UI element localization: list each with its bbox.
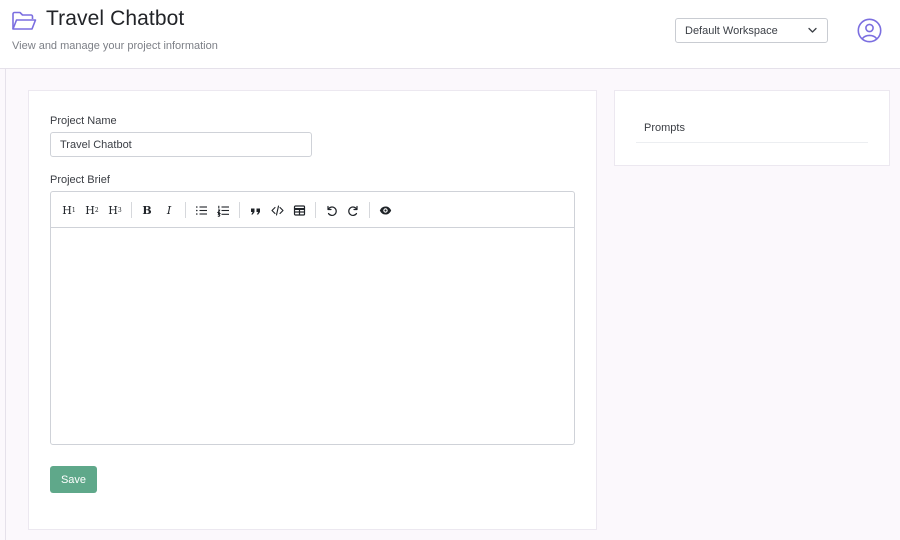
folder-open-icon xyxy=(12,11,37,30)
code-button[interactable] xyxy=(268,201,286,219)
blockquote-button[interactable] xyxy=(246,201,264,219)
eye-icon xyxy=(379,206,391,214)
italic-button[interactable]: I xyxy=(160,201,178,219)
undo-button[interactable] xyxy=(322,201,340,219)
editor-toolbar: H1 H2 H3 B I xyxy=(51,192,574,228)
prompts-divider xyxy=(636,142,868,143)
prompts-card: Prompts xyxy=(614,90,890,166)
project-brief-editor: H1 H2 H3 B I xyxy=(50,191,575,445)
workspace-select[interactable]: Default Workspace xyxy=(675,18,828,43)
heading-1-button[interactable]: H1 xyxy=(60,201,78,219)
toolbar-divider xyxy=(185,202,186,218)
project-details-card: Project Name Project Brief H1 H2 H3 B I xyxy=(28,90,597,530)
bold-button[interactable]: B xyxy=(138,201,156,219)
page-title: Travel Chatbot xyxy=(46,7,185,30)
code-icon xyxy=(270,204,284,216)
toolbar-divider xyxy=(131,202,132,218)
page-header: Travel Chatbot View and manage your proj… xyxy=(0,0,900,69)
user-avatar-icon[interactable] xyxy=(857,18,882,43)
project-name-input[interactable] xyxy=(50,132,312,157)
quote-icon xyxy=(250,208,260,214)
project-name-label: Project Name xyxy=(50,115,117,127)
heading-2-button[interactable]: H2 xyxy=(83,201,101,219)
chevron-down-icon xyxy=(808,27,817,33)
heading-3-button[interactable]: H3 xyxy=(106,201,124,219)
left-divider xyxy=(5,69,6,540)
bullet-list-icon xyxy=(195,205,207,215)
ordered-list-icon xyxy=(216,205,229,217)
table-button[interactable] xyxy=(290,201,308,219)
table-icon xyxy=(293,204,305,216)
project-brief-label: Project Brief xyxy=(50,174,110,186)
preview-button[interactable] xyxy=(376,201,394,219)
toolbar-divider xyxy=(315,202,316,218)
redo-icon xyxy=(347,205,358,216)
page-subtitle: View and manage your project information xyxy=(12,40,218,52)
brief-editor-content[interactable] xyxy=(51,228,574,445)
prompts-title: Prompts xyxy=(644,122,685,134)
toolbar-divider xyxy=(239,202,240,218)
redo-button[interactable] xyxy=(344,201,362,219)
save-button[interactable]: Save xyxy=(50,466,97,493)
bullet-list-button[interactable] xyxy=(192,201,210,219)
toolbar-divider xyxy=(369,202,370,218)
ordered-list-button[interactable] xyxy=(214,201,232,219)
undo-icon xyxy=(326,205,337,216)
workspace-select-value: Default Workspace xyxy=(685,25,778,37)
